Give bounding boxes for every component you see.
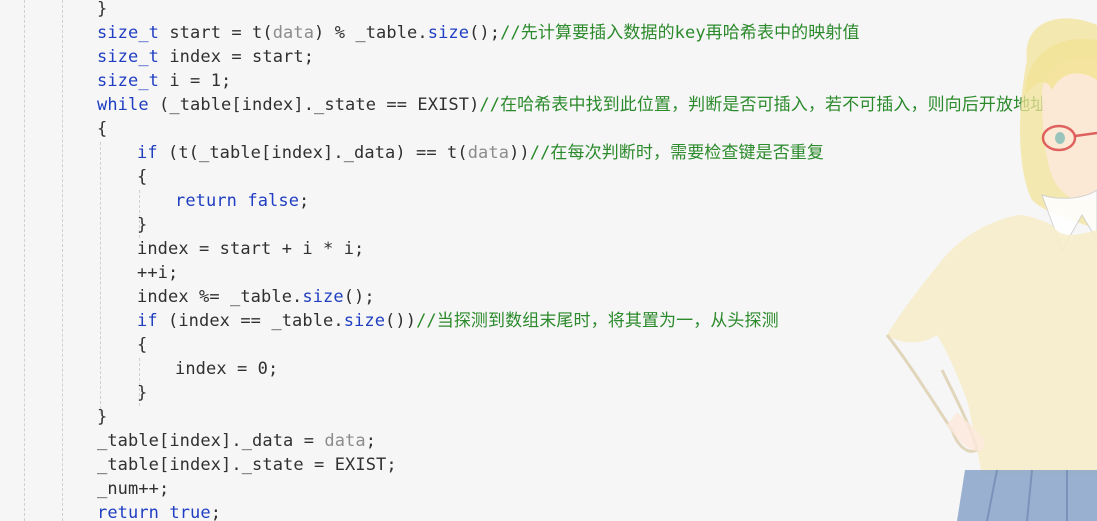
code-comment: //当探测到数组末尾时，将其置为一，从头探测 bbox=[416, 311, 779, 331]
code-line[interactable]: } bbox=[137, 381, 147, 405]
code-token: (); bbox=[469, 23, 501, 43]
code-line[interactable]: } bbox=[137, 213, 147, 237]
code-token: (); bbox=[343, 287, 375, 307]
code-token: data bbox=[272, 23, 315, 43]
code-line[interactable]: return false; bbox=[175, 189, 309, 213]
code-token: )) bbox=[509, 143, 530, 163]
code-line[interactable]: _table[index]._data = data; bbox=[97, 429, 376, 453]
code-token: (index == _table. bbox=[157, 311, 344, 331]
code-token: } bbox=[97, 0, 108, 19]
code-token: (_table[index]._state == EXIST) bbox=[148, 95, 480, 115]
code-keyword: size_t bbox=[97, 23, 160, 43]
code-line[interactable]: size_t start = t(data) % _table.size();/… bbox=[97, 21, 860, 45]
code-keyword: false bbox=[247, 191, 300, 211]
code-line[interactable]: size_t index = start; bbox=[97, 45, 314, 69]
code-comment: //先计算要插入数据的key再哈希表中的映射值 bbox=[500, 23, 860, 43]
code-token: index %= _table. bbox=[137, 287, 303, 307]
code-token: } bbox=[137, 383, 148, 403]
code-editor[interactable]: } size_t start = t(data) % _table.size();… bbox=[0, 0, 1097, 521]
code-keyword: return bbox=[97, 503, 160, 521]
code-token: _table[index]._data = bbox=[97, 431, 325, 451]
code-token: (t(_table[index]._data) == t( bbox=[157, 143, 468, 163]
indent-guide bbox=[100, 142, 101, 414]
code-line[interactable]: index %= _table.size(); bbox=[137, 285, 375, 309]
code-line[interactable]: } bbox=[97, 0, 107, 21]
code-line[interactable]: size_t i = 1; bbox=[97, 69, 231, 93]
code-line[interactable]: { bbox=[137, 165, 147, 189]
code-token: start = t( bbox=[159, 23, 273, 43]
code-token: ()) bbox=[385, 311, 417, 331]
code-token: { bbox=[97, 119, 108, 139]
code-token: index = 0; bbox=[175, 359, 279, 379]
code-token: i = 1; bbox=[159, 71, 232, 91]
code-comment: //在每次判断时，需要检查键是否重复 bbox=[529, 143, 825, 163]
code-token: { bbox=[137, 167, 148, 187]
code-token: data bbox=[324, 431, 366, 451]
code-keyword: size bbox=[343, 311, 386, 331]
code-keyword: if bbox=[137, 143, 158, 163]
indent-guide bbox=[24, 0, 25, 521]
code-line[interactable]: } bbox=[97, 405, 107, 429]
code-line[interactable]: if (index == _table.size())//当探测到数组末尾时，将… bbox=[137, 309, 779, 333]
code-keyword: return bbox=[175, 191, 238, 211]
code-token: } bbox=[137, 215, 148, 235]
code-token: index = start; bbox=[159, 47, 315, 67]
code-line[interactable]: ++i; bbox=[137, 261, 178, 285]
code-keyword: true bbox=[169, 503, 211, 521]
anime-girl-illustration bbox=[885, 18, 1097, 521]
code-keyword: size bbox=[427, 23, 470, 43]
code-line[interactable]: _table[index]._state = EXIST; bbox=[97, 453, 397, 477]
code-token: } bbox=[97, 407, 108, 427]
code-line[interactable]: { bbox=[97, 117, 107, 141]
code-line[interactable]: index = start + i * i; bbox=[137, 237, 364, 261]
code-token: ) % _table. bbox=[314, 23, 428, 43]
code-token: index = start + i * i; bbox=[137, 239, 365, 259]
code-token: { bbox=[137, 335, 148, 355]
code-token: data bbox=[467, 143, 510, 163]
code-keyword: size_t bbox=[97, 47, 160, 67]
code-token: _table[index]._state = EXIST; bbox=[97, 455, 397, 475]
code-token: ; bbox=[299, 191, 310, 211]
code-token: ; bbox=[210, 503, 222, 521]
code-token: _num++; bbox=[97, 479, 170, 499]
code-keyword: size bbox=[302, 287, 344, 307]
indent-guide bbox=[62, 0, 63, 521]
code-token: ; bbox=[365, 431, 377, 451]
code-keyword: while bbox=[97, 95, 149, 115]
code-line[interactable]: _num++; bbox=[97, 477, 169, 501]
code-keyword: if bbox=[137, 311, 158, 331]
code-token: ++i; bbox=[137, 263, 179, 283]
code-keyword: size_t bbox=[97, 71, 160, 91]
code-line[interactable]: index = 0; bbox=[175, 357, 278, 381]
code-line[interactable]: return true; bbox=[97, 501, 221, 521]
code-line[interactable]: { bbox=[137, 333, 147, 357]
code-line[interactable]: if (t(_table[index]._data) == t(data))//… bbox=[137, 141, 824, 165]
